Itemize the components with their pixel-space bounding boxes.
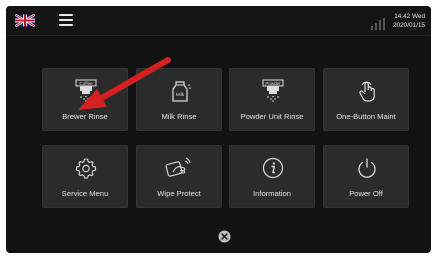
- tile-label: Information: [253, 189, 291, 198]
- touch-hand-icon: [359, 81, 375, 102]
- tile-powder-unit-rinse[interactable]: Powder Powder Unit Rinse: [229, 68, 315, 131]
- close-circle-icon[interactable]: [218, 230, 231, 243]
- tile-label: Service Menu: [61, 189, 109, 198]
- tile-label: One-Button Maint: [336, 112, 396, 121]
- tile-one-button-maint[interactable]: One-Button Maint: [323, 68, 409, 131]
- tile-information[interactable]: Information: [229, 145, 315, 208]
- power-icon: [358, 158, 376, 178]
- top-bar: 14:42 Wed 2020/01/15: [6, 6, 431, 36]
- tile-label: Powder Unit Rinse: [240, 112, 304, 121]
- signal-bars-icon: [371, 18, 385, 30]
- uk-flag-icon[interactable]: [15, 14, 35, 27]
- clock-time: 14:42 Wed: [394, 13, 425, 20]
- info-icon: [262, 157, 284, 179]
- tile-label: Wipe Protect: [157, 189, 201, 198]
- gear-icon: [75, 158, 97, 179]
- hamburger-menu-icon[interactable]: [59, 14, 73, 26]
- powder-unit-icon: Powder: [262, 79, 284, 102]
- tile-power-off[interactable]: Power Off: [323, 145, 409, 208]
- tile-label: Power Off: [349, 189, 383, 198]
- tile-wipe-protect[interactable]: Wipe Protect: [136, 145, 222, 208]
- red-pointer-arrow: [78, 57, 171, 110]
- clock: 14:42 Wed 2020/01/15: [393, 12, 425, 30]
- tile-service-menu[interactable]: Service Menu: [42, 145, 128, 208]
- clock-date: 2020/01/15: [393, 22, 425, 29]
- svg-text:Powder: Powder: [265, 81, 281, 86]
- touch-screen: 14:42 Wed 2020/01/15 Coffee Brewer Rinse…: [6, 6, 431, 253]
- wipe-hand-icon: [165, 157, 191, 177]
- svg-text:Milk: Milk: [176, 92, 185, 97]
